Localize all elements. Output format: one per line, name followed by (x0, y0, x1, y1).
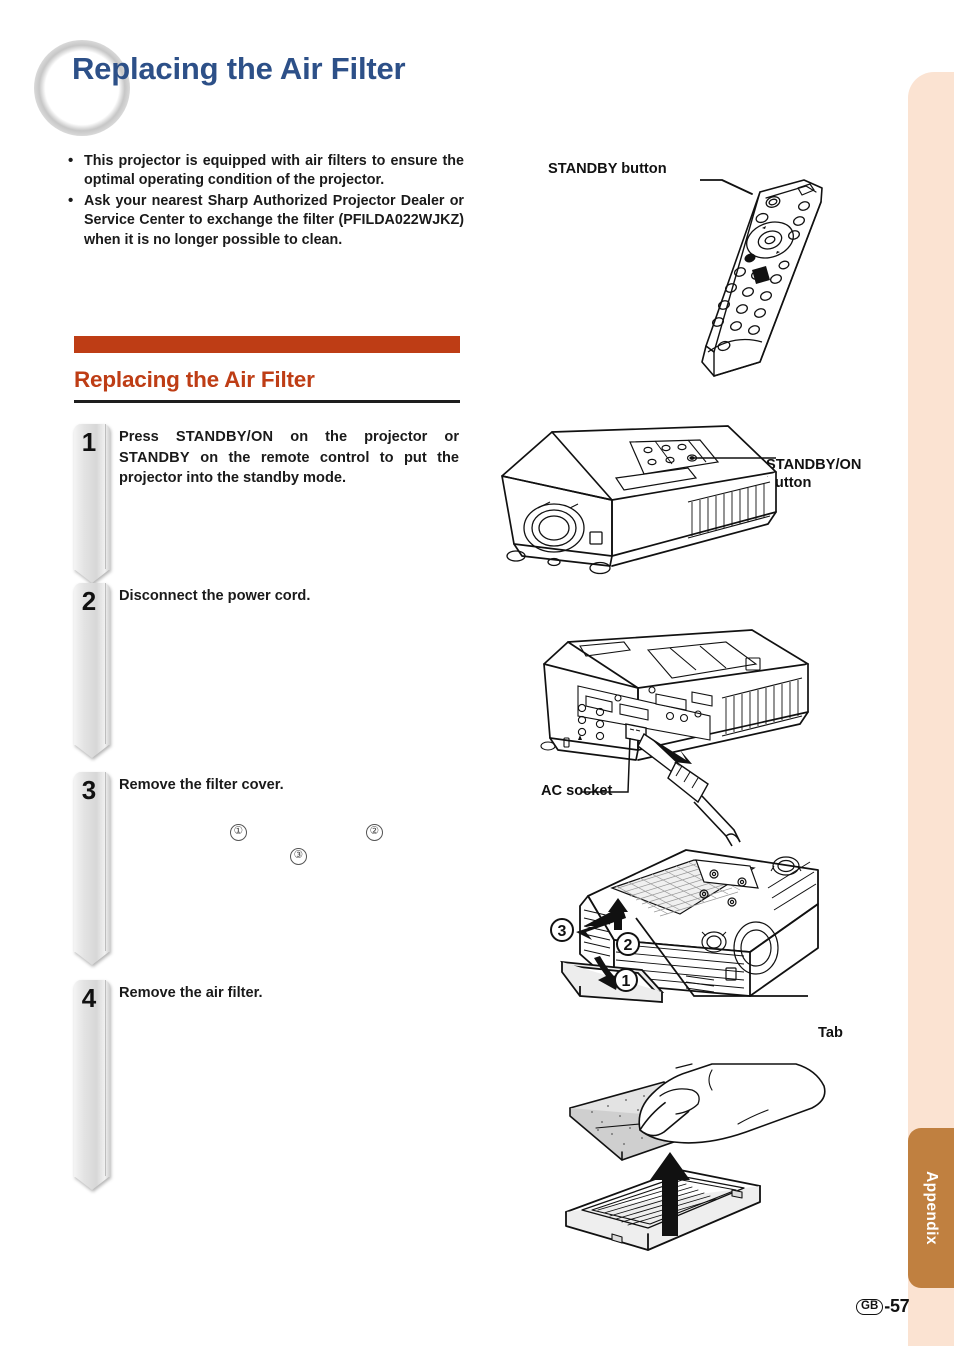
step-number: 2 (81, 586, 97, 616)
step-marker-tip (74, 951, 110, 965)
remote-control-illustration (700, 179, 823, 377)
figure-marker-1: 1 (622, 973, 631, 990)
step-number: 4 (81, 983, 97, 1013)
page-footer: GB -57 (856, 1296, 910, 1317)
ac-socket-illustration (540, 629, 809, 847)
step-text: Disconnect the power cord. (119, 588, 311, 604)
step-text: Press STANDBY/ON on the projector or STA… (119, 427, 459, 489)
circled-marker-1: ① (230, 824, 247, 841)
section-underline (74, 400, 460, 403)
section-heading: Replacing the Air Filter (74, 367, 315, 392)
list-item: Ask your nearest Sharp Authorized Projec… (66, 191, 464, 250)
step-marker: 2 (74, 583, 110, 758)
appendix-tab-label: Appendix (923, 1171, 940, 1245)
step-number: 1 (81, 427, 97, 457)
step-marker: 1 (74, 424, 110, 583)
region-badge: GB (856, 1298, 884, 1315)
intro-bullet-list: This projector is equipped with air filt… (66, 151, 464, 251)
step-text-a: Press (119, 429, 176, 445)
step-marker-tip (74, 744, 110, 758)
step-marker-divider (105, 980, 106, 1177)
step-text: Remove the air filter. (119, 985, 263, 1001)
step-text-c: on the projector or (273, 429, 460, 445)
figure-marker-3: 3 (558, 923, 567, 940)
keycap-standby: STANDBY (119, 449, 190, 466)
step-marker-divider (105, 772, 106, 952)
step-marker: 4 (74, 980, 110, 1190)
step-marker-tip (74, 1176, 110, 1190)
circled-marker-2: ② (366, 824, 383, 841)
step-marker-divider (105, 583, 106, 745)
step-text: Remove the filter cover. (119, 777, 284, 793)
filter-cover-illustration: 3 2 1 (550, 849, 819, 1003)
section-accent-bar (74, 336, 460, 353)
step-marker-divider (105, 424, 106, 570)
step-marker-tip (74, 569, 110, 583)
appendix-tab[interactable]: Appendix (908, 1128, 954, 1288)
keycap-standby-on: STANDBY/ON (175, 429, 274, 445)
projector-top-illustration (501, 425, 777, 575)
circled-marker-3: ③ (290, 848, 307, 865)
figure-marker-2: 2 (624, 937, 633, 954)
list-item: This projector is equipped with air filt… (66, 151, 464, 191)
air-filter-removal-illustration (565, 1063, 826, 1251)
step-number: 3 (81, 775, 97, 805)
step-marker: 3 (74, 772, 110, 965)
callout-standby-button: STANDBY button (548, 161, 667, 177)
page-number: -57 (884, 1296, 910, 1316)
page-title: Replacing the Air Filter (72, 51, 406, 86)
manual-page: Replacing the Air Filter This projector … (0, 0, 954, 1346)
